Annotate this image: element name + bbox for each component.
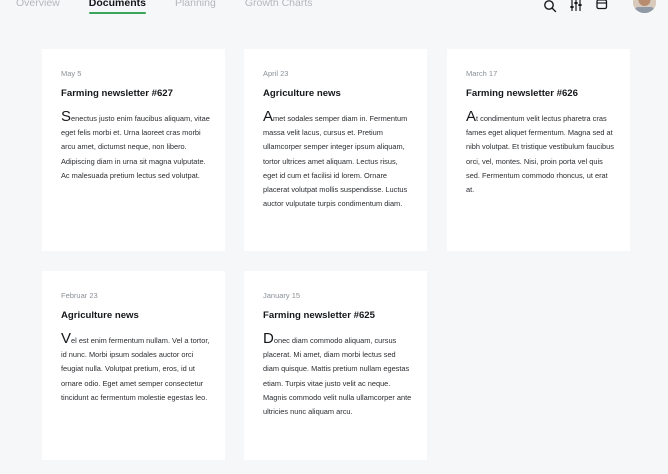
card-date: April 23	[263, 69, 289, 78]
card-text: enectus justo enim faucibus aliquam, vit…	[61, 114, 210, 180]
card-dropcap: V	[61, 330, 72, 347]
tab-growth-charts[interactable]: Growth Charts	[245, 0, 313, 10]
card-body: Amet sodales semper diam in. Fermentum m…	[263, 109, 413, 211]
card-date: January 15	[263, 291, 301, 300]
search-icon-graphic	[544, 0, 557, 13]
document-card[interactable]: May 5 Farming newsletter #627 Senectus j…	[42, 49, 225, 251]
main-tabs: Overview Documents Planning Growth Chart…	[16, 0, 342, 14]
document-card[interactable]: Februar 23 Agriculture news Vel est enim…	[42, 271, 225, 460]
card-title: Agriculture news	[263, 88, 341, 99]
tab-planning[interactable]: Planning	[175, 0, 216, 10]
card-date: March 17	[466, 69, 498, 78]
card-body: Donec diam commodo aliquam, cursus place…	[263, 331, 413, 419]
document-card[interactable]: March 17 Farming newsletter #626 At cond…	[447, 49, 630, 251]
card-date: May 5	[61, 69, 82, 78]
card-body: At condimentum velit lectus pharetra cra…	[466, 109, 616, 197]
card-dropcap: D	[263, 330, 274, 347]
card-title: Farming newsletter #626	[466, 88, 578, 99]
search-icon[interactable]	[543, 0, 557, 14]
card-title: Agriculture news	[61, 310, 139, 321]
card-dropcap: A	[263, 108, 274, 125]
tab-overview[interactable]: Overview	[16, 0, 60, 10]
card-title: Farming newsletter #627	[61, 88, 173, 99]
document-card[interactable]: January 15 Farming newsletter #625 Donec…	[244, 271, 427, 460]
card-text: met sodales semper diam in. Fermentum ma…	[263, 114, 408, 209]
card-text: el est enim fermentum nullam. Vel a tort…	[61, 336, 210, 402]
card-text: t condimentum velit lectus pharetra cras…	[466, 114, 614, 195]
document-card[interactable]: April 23 Agriculture news Amet sodales s…	[244, 49, 427, 251]
card-body: Vel est enim fermentum nullam. Vel a tor…	[61, 331, 211, 405]
sliders-icon-graphic	[570, 0, 582, 11]
card-dropcap: S	[61, 108, 72, 125]
card-dropcap: A	[466, 108, 477, 125]
sliders-icon[interactable]	[569, 0, 583, 14]
avatar[interactable]	[633, 0, 656, 13]
card-date: Februar 23	[61, 291, 98, 300]
user-photo-icon	[633, 0, 656, 13]
card-title: Farming newsletter #625	[263, 310, 375, 321]
card-body: Senectus justo enim faucibus aliquam, vi…	[61, 109, 211, 183]
calendar-icon[interactable]	[595, 0, 609, 14]
tab-documents[interactable]: Documents	[88, 0, 147, 14]
top-navigation-bar: Overview Documents Planning Growth Chart…	[0, 0, 668, 20]
card-text: onec diam commodo aliquam, cursus placer…	[263, 336, 412, 417]
calendar-icon-graphic	[596, 0, 608, 10]
